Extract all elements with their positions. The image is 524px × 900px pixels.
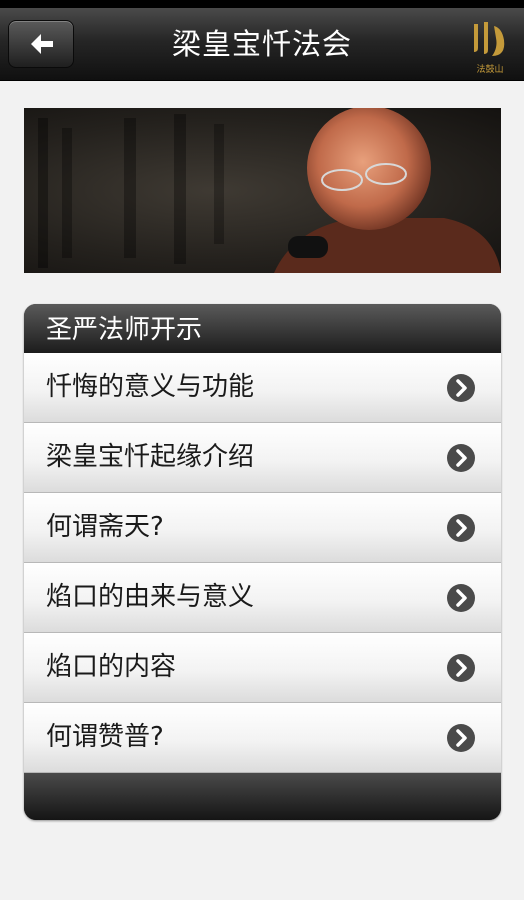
list-item[interactable]: 焰口的由来与意义	[24, 563, 501, 633]
list-item-label: 焰口的内容	[46, 652, 177, 682]
list-item-label: 梁皇宝忏起缘介绍	[46, 442, 255, 472]
chevron-right-icon	[447, 514, 475, 542]
list-item[interactable]: 梁皇宝忏起缘介绍	[24, 423, 501, 493]
logo-caption: 法鼓山	[476, 65, 504, 75]
list-item-label: 焰口的由来与意义	[46, 582, 255, 612]
nav-bar: 梁皇宝忏法会 法鼓山	[0, 8, 524, 81]
monk-portrait	[274, 108, 501, 273]
chevron-right-icon	[447, 654, 475, 682]
chevron-right-icon	[447, 374, 475, 402]
banner-image	[24, 108, 501, 273]
chevron-right-icon	[447, 444, 475, 472]
list-item[interactable]: 焰口的内容	[24, 633, 501, 703]
teachings-list: 忏悔的意义与功能 梁皇宝忏起缘介绍 何谓斋天? 焰口的由来与意义 焰口的内容 何…	[24, 353, 501, 773]
back-arrow-icon	[31, 34, 53, 54]
logo-icon	[474, 22, 505, 56]
page-title: 梁皇宝忏法会	[171, 27, 352, 61]
status-bar	[0, 0, 524, 8]
panel-footer	[24, 773, 501, 820]
section-header: 圣严法师开示	[24, 304, 501, 353]
list-item-label: 何谓赞普?	[46, 722, 164, 752]
list-item[interactable]: 何谓赞普?	[24, 703, 501, 773]
chevron-right-icon	[447, 584, 475, 612]
list-item-label: 何谓斋天?	[46, 512, 164, 542]
list-item[interactable]: 何谓斋天?	[24, 493, 501, 563]
list-item[interactable]: 忏悔的意义与功能	[24, 353, 501, 423]
teachings-panel: 圣严法师开示 忏悔的意义与功能 梁皇宝忏起缘介绍 何谓斋天? 焰口的由来与意义 …	[24, 304, 501, 820]
chevron-right-icon	[447, 724, 475, 752]
dharma-drum-logo: 法鼓山	[468, 18, 512, 76]
list-item-label: 忏悔的意义与功能	[46, 372, 255, 402]
back-button[interactable]	[8, 20, 74, 68]
